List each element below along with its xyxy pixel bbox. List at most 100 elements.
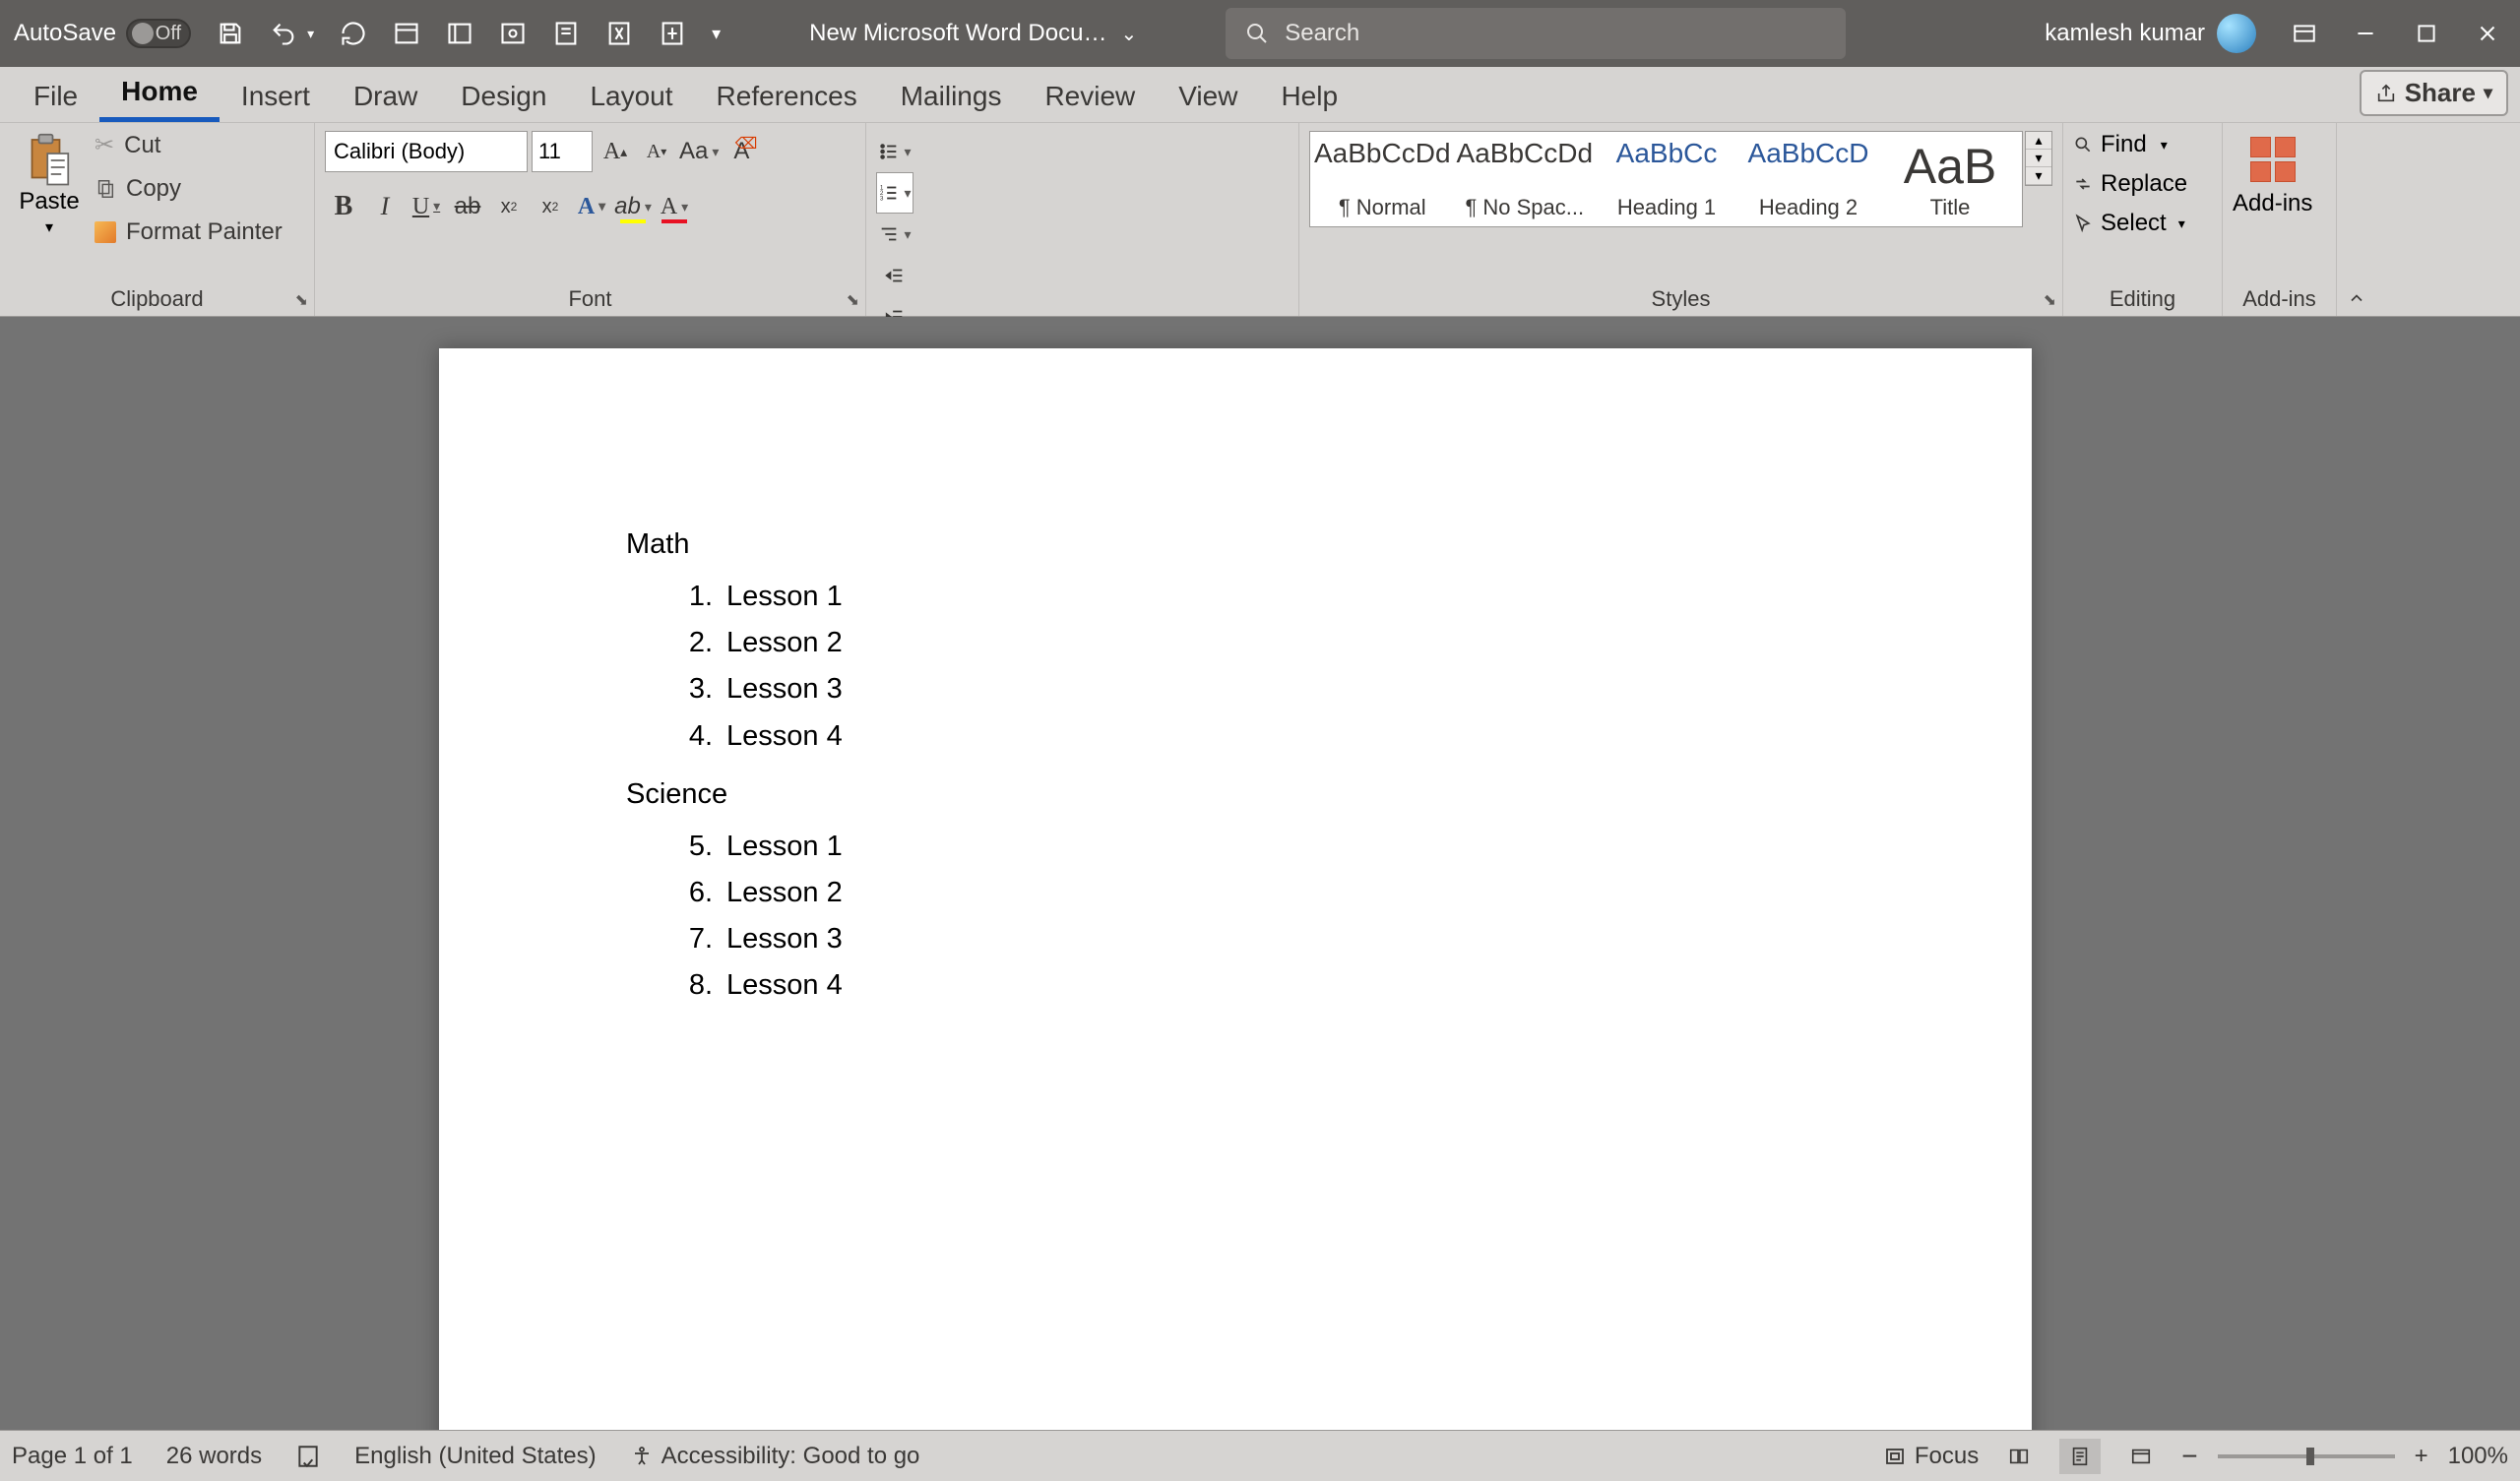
maximize-icon[interactable] bbox=[2414, 21, 2439, 46]
user-account[interactable]: kamlesh kumar bbox=[2045, 14, 2256, 53]
list-item[interactable]: 1.Lesson 1 bbox=[671, 578, 1845, 616]
zoom-in-button[interactable]: + bbox=[2415, 1443, 2428, 1470]
spellcheck-icon[interactable] bbox=[295, 1444, 321, 1469]
underline-button[interactable]: U bbox=[408, 186, 445, 227]
shrink-font-button[interactable]: A▾ bbox=[638, 131, 675, 172]
page-indicator[interactable]: Page 1 of 1 bbox=[12, 1443, 133, 1470]
qat-icon-5[interactable] bbox=[605, 20, 633, 47]
tab-view[interactable]: View bbox=[1157, 71, 1259, 122]
style-title[interactable]: AaBTitle bbox=[1880, 134, 2020, 224]
replace-button[interactable]: Replace bbox=[2073, 170, 2187, 198]
decrease-indent-button[interactable] bbox=[876, 255, 914, 296]
search-box[interactable]: Search bbox=[1226, 8, 1846, 59]
word-count[interactable]: 26 words bbox=[166, 1443, 262, 1470]
dialog-launcher-icon[interactable]: ⬊ bbox=[295, 290, 308, 310]
copy-button[interactable]: Copy bbox=[94, 175, 283, 203]
undo-icon[interactable] bbox=[270, 20, 297, 47]
focus-mode-button[interactable]: Focus bbox=[1883, 1443, 1979, 1470]
bullets-button[interactable] bbox=[876, 131, 914, 172]
tab-design[interactable]: Design bbox=[439, 71, 568, 122]
superscript-button[interactable]: x2 bbox=[532, 186, 569, 227]
addins-button[interactable]: Add-ins bbox=[2233, 131, 2312, 217]
subscript-button[interactable]: x2 bbox=[490, 186, 528, 227]
save-icon[interactable] bbox=[217, 20, 244, 47]
autosave-toggle[interactable]: AutoSave Off bbox=[0, 19, 191, 48]
chevron-down-icon[interactable]: ⌄ bbox=[1120, 22, 1137, 46]
list-item[interactable]: 8.Lesson 4 bbox=[671, 966, 1845, 1005]
font-name-input[interactable] bbox=[325, 131, 528, 172]
share-button[interactable]: Share ▾ bbox=[2360, 70, 2508, 116]
styles-scroll-down[interactable]: ▾ bbox=[2026, 150, 2051, 167]
find-button[interactable]: Find▾ bbox=[2073, 131, 2168, 158]
bold-button[interactable]: B bbox=[325, 186, 362, 227]
numbered-list[interactable]: 5.Lesson 1 6.Lesson 2 7.Lesson 3 8.Lesson 4 bbox=[671, 828, 1845, 1006]
tab-references[interactable]: References bbox=[695, 71, 879, 122]
qat-icon-1[interactable] bbox=[393, 20, 420, 47]
qat-icon-4[interactable] bbox=[552, 20, 580, 47]
document-heading[interactable]: Science bbox=[626, 775, 1845, 814]
tab-help[interactable]: Help bbox=[1259, 71, 1359, 122]
tab-draw[interactable]: Draw bbox=[332, 71, 439, 122]
read-mode-button[interactable] bbox=[1998, 1439, 2040, 1474]
font-size-input[interactable] bbox=[532, 131, 593, 172]
qat-icon-2[interactable] bbox=[446, 20, 473, 47]
paste-button[interactable]: Paste ▾ bbox=[10, 131, 89, 237]
document-heading[interactable]: Math bbox=[626, 525, 1845, 564]
tab-layout[interactable]: Layout bbox=[568, 71, 694, 122]
document-title[interactable]: New Microsoft Word Docu… ⌄ bbox=[809, 20, 1137, 47]
multilevel-list-button[interactable] bbox=[876, 214, 914, 255]
ribbon-display-icon[interactable] bbox=[2292, 21, 2317, 46]
accessibility-indicator[interactable]: Accessibility: Good to go bbox=[630, 1443, 920, 1470]
styles-scroll-up[interactable]: ▴ bbox=[2026, 132, 2051, 150]
list-item[interactable]: 7.Lesson 3 bbox=[671, 920, 1845, 958]
tab-file[interactable]: File bbox=[12, 71, 99, 122]
web-layout-button[interactable] bbox=[2120, 1439, 2162, 1474]
redo-icon[interactable] bbox=[340, 20, 367, 47]
numbering-button[interactable]: 123 bbox=[876, 172, 914, 214]
qat-icon-6[interactable] bbox=[659, 20, 686, 47]
change-case-button[interactable]: Aa bbox=[679, 131, 719, 172]
italic-button[interactable]: I bbox=[366, 186, 404, 227]
tab-home[interactable]: Home bbox=[99, 66, 220, 122]
print-layout-button[interactable] bbox=[2059, 1439, 2101, 1474]
zoom-out-button[interactable]: − bbox=[2181, 1441, 2197, 1472]
qat-icon-3[interactable] bbox=[499, 20, 527, 47]
zoom-thumb[interactable] bbox=[2306, 1448, 2314, 1465]
style-heading-1[interactable]: AaBbCcHeading 1 bbox=[1597, 134, 1736, 224]
clear-formatting-button[interactable]: A⌫ bbox=[723, 131, 760, 172]
grow-font-button[interactable]: A▴ bbox=[597, 131, 634, 172]
collapse-ribbon-button[interactable] bbox=[2337, 123, 2376, 316]
qat-customize-icon[interactable]: ▾ bbox=[712, 24, 721, 44]
dialog-launcher-icon[interactable]: ⬊ bbox=[847, 290, 859, 310]
strikethrough-button[interactable]: ab bbox=[449, 186, 486, 227]
autosave-switch[interactable]: Off bbox=[126, 19, 191, 48]
dialog-launcher-icon[interactable]: ⬊ bbox=[2044, 290, 2056, 310]
font-color-button[interactable]: A bbox=[656, 186, 693, 227]
tab-mailings[interactable]: Mailings bbox=[879, 71, 1024, 122]
zoom-slider[interactable] bbox=[2218, 1454, 2395, 1458]
text-effects-button[interactable]: A bbox=[573, 186, 610, 227]
list-item[interactable]: 4.Lesson 4 bbox=[671, 717, 1845, 756]
undo-dropdown-icon[interactable]: ▾ bbox=[307, 26, 314, 42]
style-normal[interactable]: AaBbCcDd¶ Normal bbox=[1312, 134, 1453, 224]
close-icon[interactable] bbox=[2475, 21, 2500, 46]
styles-expand[interactable]: ▾ bbox=[2026, 167, 2051, 185]
minimize-icon[interactable] bbox=[2353, 21, 2378, 46]
select-button[interactable]: Select▾ bbox=[2073, 210, 2185, 237]
list-item[interactable]: 3.Lesson 3 bbox=[671, 670, 1845, 709]
list-item[interactable]: 5.Lesson 1 bbox=[671, 828, 1845, 866]
tab-review[interactable]: Review bbox=[1023, 71, 1157, 122]
language-indicator[interactable]: English (United States) bbox=[354, 1443, 596, 1470]
zoom-level[interactable]: 100% bbox=[2448, 1443, 2508, 1470]
list-item[interactable]: 6.Lesson 2 bbox=[671, 874, 1845, 912]
highlight-button[interactable]: ab bbox=[614, 186, 652, 227]
page-content[interactable]: Math 1.Lesson 1 2.Lesson 2 3.Lesson 3 4.Less… bbox=[439, 348, 2032, 1202]
numbered-list[interactable]: 1.Lesson 1 2.Lesson 2 3.Lesson 3 4.Lesson 4 bbox=[671, 578, 1845, 756]
style-heading-2[interactable]: AaBbCcDHeading 2 bbox=[1738, 134, 1878, 224]
document-page[interactable]: Math 1.Lesson 1 2.Lesson 2 3.Lesson 3 4.Less… bbox=[439, 348, 2032, 1430]
list-item[interactable]: 2.Lesson 2 bbox=[671, 624, 1845, 662]
style-no-spacing[interactable]: AaBbCcDd¶ No Spac... bbox=[1455, 134, 1596, 224]
tab-insert[interactable]: Insert bbox=[220, 71, 332, 122]
cut-button[interactable]: ✂Cut bbox=[94, 131, 283, 159]
format-painter-button[interactable]: Format Painter bbox=[94, 218, 283, 246]
